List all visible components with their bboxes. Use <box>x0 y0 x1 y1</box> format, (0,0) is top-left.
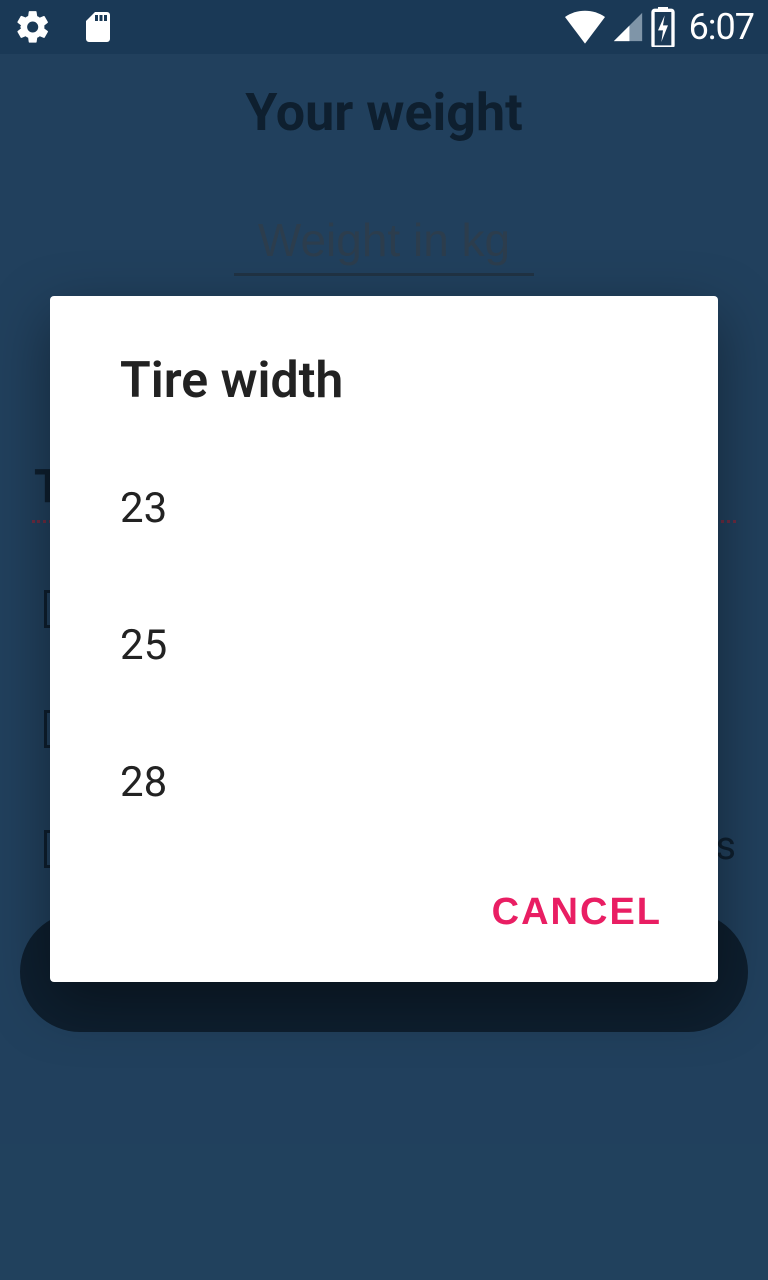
battery-charging-icon <box>651 7 675 47</box>
dialog-actions: CANCEL <box>50 851 718 962</box>
cell-signal-icon <box>611 10 645 44</box>
status-bar: 6:07 <box>0 0 768 54</box>
settings-icon <box>14 8 52 46</box>
dialog-title: Tire width <box>50 296 718 440</box>
tire-width-dialog: Tire width 23 25 28 CANCEL <box>50 296 718 982</box>
wifi-icon <box>565 10 605 44</box>
tire-width-option-28[interactable]: 28 <box>50 714 718 851</box>
sd-card-icon <box>80 7 116 47</box>
tire-width-option-23[interactable]: 23 <box>50 440 718 577</box>
cancel-button[interactable]: CANCEL <box>476 881 678 944</box>
status-right: 6:07 <box>565 6 754 48</box>
tire-width-option-25[interactable]: 25 <box>50 577 718 714</box>
status-left <box>14 7 116 47</box>
status-time: 6:07 <box>689 6 754 48</box>
